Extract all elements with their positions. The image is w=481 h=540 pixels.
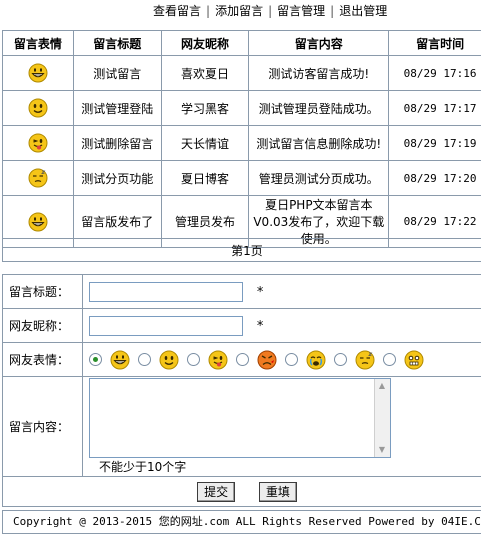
row-title: 测试留言: [72, 55, 162, 91]
nav-separator: |: [330, 4, 335, 18]
smile-face-icon: [28, 98, 48, 118]
form-row-face: 网友表情：: [2, 342, 481, 377]
nav-separator: |: [268, 4, 273, 18]
face-radio[interactable]: [236, 353, 249, 366]
table-row: 测试分页功能 夏日博客 管理员测试分页成功。 08/29 17:20: [2, 160, 481, 196]
nav-manage-messages[interactable]: 留言管理: [277, 4, 325, 18]
row-nick: 天长情谊: [160, 125, 250, 161]
table-row: 测试管理登陆 学习黑客 测试管理员登陆成功。 08/29 17:17: [2, 90, 481, 126]
textarea-scrollbar[interactable]: ▲ ▼: [374, 379, 390, 457]
row-content: 管理员测试分页成功。: [248, 160, 390, 196]
page-label: 第1页: [231, 244, 263, 258]
scroll-down-icon[interactable]: ▼: [377, 445, 387, 455]
scroll-up-icon[interactable]: ▲: [377, 381, 387, 391]
face-options: [82, 342, 481, 377]
face-option[interactable]: [383, 350, 424, 370]
face-option[interactable]: [334, 350, 375, 370]
grin-face-icon[interactable]: [110, 350, 130, 370]
title-label: 留言标题：: [2, 274, 83, 309]
nav-add-message[interactable]: 添加留言: [215, 4, 263, 18]
sleepy-face-icon: [28, 168, 48, 188]
nav-links: 查看留言 | 添加留言 | 留言管理 | 退出管理: [153, 2, 387, 19]
face-radio[interactable]: [383, 353, 396, 366]
form-row-title: 留言标题： *: [2, 274, 481, 309]
row-face-cell: [2, 160, 74, 196]
worried-face-icon[interactable]: [404, 350, 424, 370]
row-nick: 夏日博客: [160, 160, 250, 196]
row-face-cell: [2, 90, 74, 126]
face-option[interactable]: [285, 350, 326, 370]
nav-logout[interactable]: 退出管理: [339, 4, 387, 18]
face-radio[interactable]: [187, 353, 200, 366]
form-row-content: 留言内容： ▲ ▼ 不能少于10个字: [2, 376, 481, 477]
nav-separator: |: [206, 4, 211, 18]
row-content: 测试留言信息删除成功!: [248, 125, 390, 161]
required-mark: *: [256, 318, 264, 334]
col-header-time: 留言时间: [388, 30, 481, 56]
copyright-text: Copyright @ 2013-2015 您的网址.com ALL Right…: [13, 515, 481, 528]
face-label: 网友表情：: [2, 342, 83, 377]
form-row-buttons: 提交 重填: [2, 476, 481, 507]
row-nick: 学习黑客: [160, 90, 250, 126]
row-title: 测试管理登陆: [72, 90, 162, 126]
content-label: 留言内容：: [2, 376, 83, 477]
face-radio[interactable]: [89, 353, 102, 366]
grin-face-icon: [28, 212, 48, 231]
row-face-cell: [2, 125, 74, 161]
top-nav: 查看留言 | 添加留言 | 留言管理 | 退出管理: [0, 0, 481, 22]
face-radio[interactable]: [285, 353, 298, 366]
message-table: 留言表情 留言标题 网友昵称 留言内容 留言时间 测试留言 喜欢夏日 测试访客留…: [2, 30, 481, 248]
message-form: 留言标题： * 网友昵称： * 网友表情： 留言内容： ▲ ▼ 不能少于10个字…: [2, 274, 481, 507]
nick-input[interactable]: [89, 315, 243, 336]
tongue-face-icon[interactable]: [208, 350, 228, 370]
row-title: 测试删除留言: [72, 125, 162, 161]
smile-face-icon[interactable]: [159, 350, 179, 370]
footer: Copyright @ 2013-2015 您的网址.com ALL Right…: [2, 510, 481, 534]
row-time: 08/29 17:19: [388, 125, 481, 161]
col-header-nick: 网友昵称: [160, 30, 250, 56]
table-header-row: 留言表情 留言标题 网友昵称 留言内容 留言时间: [2, 30, 481, 56]
reset-button[interactable]: 重填: [258, 481, 297, 502]
face-radio[interactable]: [334, 353, 347, 366]
nick-label: 网友昵称：: [2, 308, 83, 343]
content-textarea[interactable]: ▲ ▼: [89, 378, 391, 458]
row-time: 08/29 17:16: [388, 55, 481, 91]
col-header-title: 留言标题: [72, 30, 162, 56]
row-nick: 喜欢夏日: [160, 55, 250, 91]
row-face-cell: [2, 55, 74, 91]
face-option[interactable]: [187, 350, 228, 370]
col-header-face: 留言表情: [2, 30, 74, 56]
angry-face-icon[interactable]: [257, 350, 277, 370]
table-row: 测试留言 喜欢夏日 测试访客留言成功! 08/29 17:16: [2, 55, 481, 91]
required-mark: *: [256, 284, 264, 300]
row-time: 08/29 17:20: [388, 160, 481, 196]
row-time: 08/29 17:17: [388, 90, 481, 126]
tongue-face-icon: [28, 133, 48, 153]
form-row-nick: 网友昵称： *: [2, 308, 481, 343]
nav-view-messages[interactable]: 查看留言: [153, 4, 201, 18]
content-hint: 不能少于10个字: [99, 460, 187, 474]
row-content: 测试管理员登陆成功。: [248, 90, 390, 126]
face-radio[interactable]: [138, 353, 151, 366]
pager: 第1页: [2, 238, 481, 262]
face-option[interactable]: [236, 350, 277, 370]
table-row: 测试删除留言 天长情谊 测试留言信息删除成功! 08/29 17:19: [2, 125, 481, 161]
col-header-content: 留言内容: [248, 30, 390, 56]
row-title: 测试分页功能: [72, 160, 162, 196]
submit-button[interactable]: 提交: [197, 481, 236, 502]
row-content: 测试访客留言成功!: [248, 55, 390, 91]
title-input[interactable]: [89, 281, 243, 302]
face-option[interactable]: [138, 350, 179, 370]
sleepy-face-icon[interactable]: [355, 350, 375, 370]
face-option[interactable]: [89, 350, 130, 370]
cry-face-icon[interactable]: [306, 350, 326, 370]
grin-face-icon: [28, 63, 48, 83]
